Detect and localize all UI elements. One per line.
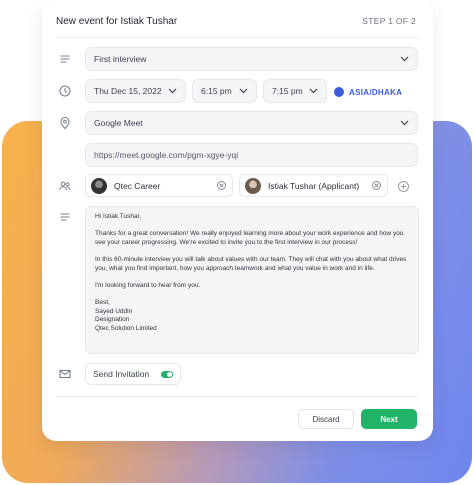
next-button[interactable]: Next — [361, 409, 417, 429]
toggle-switch[interactable] — [161, 371, 173, 378]
lines-icon — [60, 213, 70, 221]
end-time-select[interactable]: 7:15 pm — [263, 79, 327, 103]
dialog-title: New event for Istiak Tushar — [56, 16, 178, 27]
avatar — [245, 177, 261, 194]
event-type-value: First interview — [94, 54, 147, 64]
event-type-select[interactable]: First interview — [85, 47, 418, 71]
header-divider — [56, 37, 419, 38]
globe-icon — [334, 87, 344, 97]
timezone-link[interactable]: ASIA/DHAKA — [334, 87, 402, 97]
participant-chip[interactable]: Qtec Career — [85, 174, 233, 197]
new-event-dialog: New event for Istiak Tushar STEP 1 OF 2 … — [42, 0, 433, 441]
add-participant-icon[interactable] — [398, 181, 409, 192]
chevron-down-icon — [309, 88, 318, 94]
meeting-link-value: https://meet.google.com/pgm-xgye-yqi — [94, 150, 239, 160]
participant-name: Qtec Career — [114, 180, 161, 191]
send-invitation-toggle[interactable]: Send Invitation — [85, 363, 181, 385]
remove-participant-icon[interactable] — [372, 181, 381, 190]
location-value: Google Meet — [94, 118, 143, 128]
footer-divider — [56, 396, 419, 397]
people-icon — [59, 181, 71, 191]
discard-button[interactable]: Discard — [298, 409, 354, 429]
message-sender-name: Sayed Uddin — [95, 307, 133, 315]
start-time-value: 6:15 pm — [201, 86, 232, 96]
message-sender-title: Designation — [95, 316, 130, 324]
message-company: Qtec Solution Limited — [95, 324, 157, 332]
chevron-down-icon — [400, 56, 409, 62]
lines-icon — [60, 55, 70, 63]
envelope-icon — [59, 369, 71, 379]
step-indicator: STEP 1 OF 2 — [362, 16, 416, 26]
meeting-link-input[interactable]: https://meet.google.com/pgm-xgye-yqi — [85, 143, 418, 167]
message-greeting: Hi Istiak Tushar, — [95, 213, 142, 220]
message-paragraph: Thanks for a great conversation! We real… — [95, 230, 404, 246]
participant-name: Istiak Tushar (Applicant) — [268, 180, 360, 191]
location-pin-icon — [60, 116, 70, 130]
participant-chip[interactable]: Istiak Tushar (Applicant) — [239, 174, 388, 197]
message-signoff: Best, — [95, 298, 110, 306]
clock-icon — [59, 85, 71, 97]
chevron-down-icon — [400, 120, 409, 126]
date-value: Thu Dec 15, 2022 — [94, 86, 162, 96]
timezone-label: ASIA/DHAKA — [349, 87, 403, 97]
message-paragraph: In this 60-minute interview you will tal… — [95, 255, 407, 272]
avatar — [91, 177, 107, 194]
chevron-down-icon — [239, 88, 248, 94]
send-invitation-label: Send Invitation — [93, 369, 150, 379]
chevron-down-icon — [168, 88, 177, 94]
start-time-select[interactable]: 6:15 pm — [192, 79, 257, 103]
date-select[interactable]: Thu Dec 15, 2022 — [85, 79, 186, 103]
end-time-value: 7:15 pm — [272, 86, 303, 96]
remove-participant-icon[interactable] — [217, 181, 226, 190]
message-paragraph: I'm looking forward to hear from you. — [95, 281, 201, 289]
message-textarea[interactable]: Hi Istiak Tushar, Thanks for a great con… — [85, 206, 419, 354]
location-select[interactable]: Google Meet — [85, 111, 418, 135]
